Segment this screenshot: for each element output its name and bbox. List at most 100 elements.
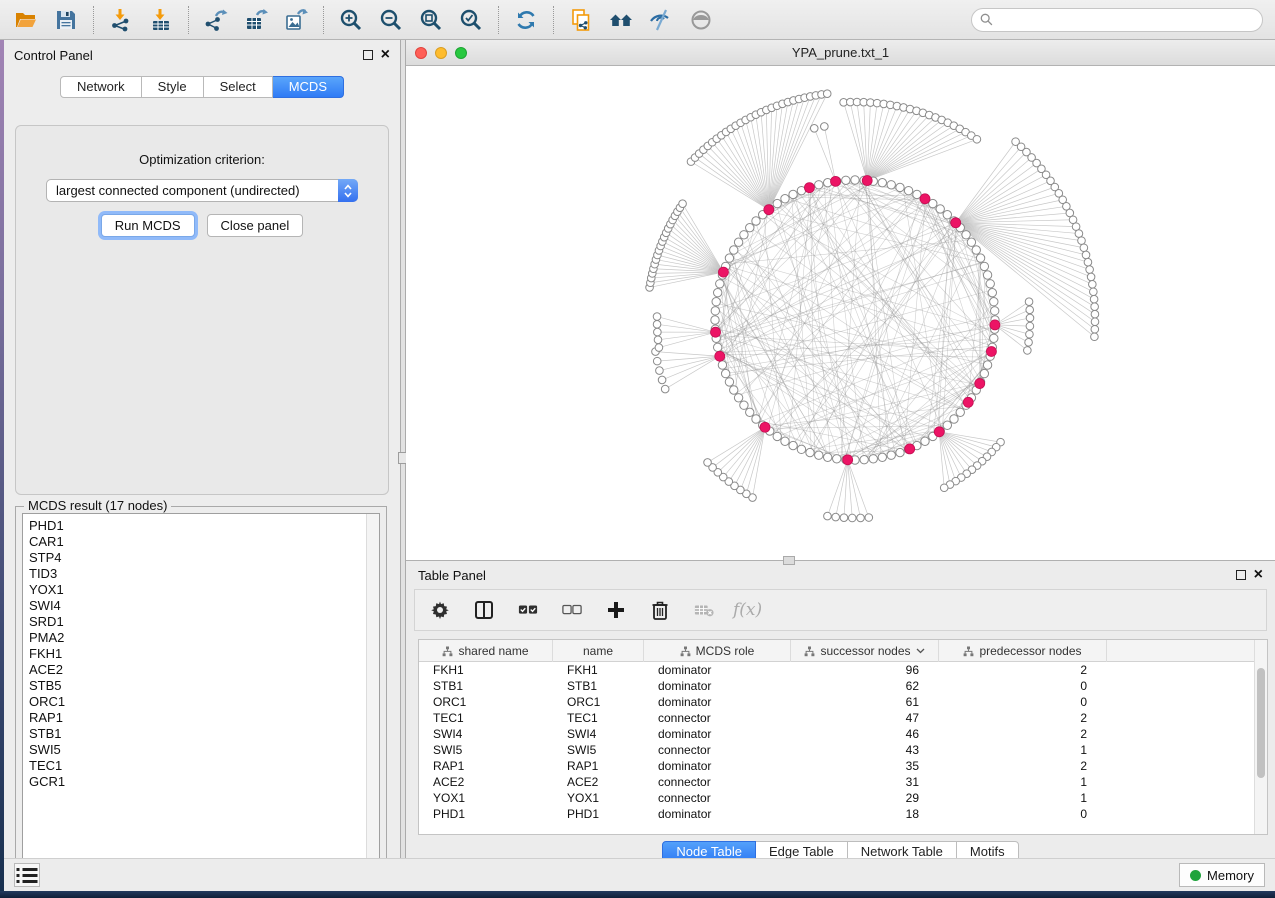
graph-node[interactable] (773, 199, 781, 207)
graph-node[interactable] (972, 246, 980, 254)
search-input[interactable] (999, 13, 1254, 27)
graph-satellite-node[interactable] (658, 376, 666, 384)
graph-satellite-node[interactable] (704, 459, 712, 467)
graph-node[interactable] (711, 316, 719, 324)
mcds-result-list[interactable]: PHD1CAR1STP4TID3YOX1SWI4SRD1PMA2FKH1ACE2… (22, 513, 380, 871)
graph-satellite-node[interactable] (810, 124, 818, 132)
graph-node[interactable] (781, 195, 789, 203)
graph-node[interactable] (806, 448, 814, 456)
hide-selected-button[interactable] (643, 3, 679, 37)
column-header-mcds-role[interactable]: MCDS role (644, 640, 791, 662)
graph-node[interactable] (773, 432, 781, 440)
table-row[interactable]: RAP1RAP1dominator352 (419, 758, 1254, 774)
table-row[interactable]: SWI4SWI4dominator462 (419, 726, 1254, 742)
graph-node[interactable] (950, 415, 958, 423)
graph-satellite-node[interactable] (653, 357, 661, 365)
graph-dominator-node[interactable] (718, 267, 728, 277)
graph-node[interactable] (746, 223, 754, 231)
graph-dominator-node[interactable] (804, 183, 814, 193)
graph-satellite-node[interactable] (973, 135, 981, 143)
graph-node[interactable] (986, 280, 994, 288)
graph-node[interactable] (990, 334, 998, 342)
graph-node[interactable] (962, 231, 970, 239)
graph-dominator-node[interactable] (764, 205, 774, 215)
graph-satellite-node[interactable] (1025, 339, 1033, 347)
graph-node[interactable] (976, 254, 984, 262)
graph-satellite-node[interactable] (848, 514, 856, 522)
function-builder-button[interactable]: f(x) (733, 600, 762, 620)
graph-satellite-node[interactable] (655, 344, 663, 352)
add-column-button[interactable] (601, 595, 631, 625)
zoom-selected-button[interactable] (453, 3, 489, 37)
export-table-button[interactable] (238, 3, 274, 37)
optimization-criterion-dropdown[interactable]: largest connected component (undirected) (46, 179, 358, 202)
table-row[interactable]: ORC1ORC1dominator610 (419, 694, 1254, 710)
table-row[interactable]: STB1STB1dominator620 (419, 678, 1254, 694)
table-row[interactable]: YOX1YOX1connector291 (419, 790, 1254, 806)
graph-node[interactable] (713, 343, 721, 351)
graph-satellite-node[interactable] (1075, 230, 1083, 238)
graph-node[interactable] (980, 369, 988, 377)
graph-satellite-node[interactable] (1026, 330, 1034, 338)
mcds-result-item[interactable]: STB1 (29, 726, 366, 742)
open-session-button[interactable] (8, 3, 44, 37)
graph-satellite-node[interactable] (1090, 288, 1098, 296)
graph-satellite-node[interactable] (1091, 318, 1099, 326)
graph-node[interactable] (921, 437, 929, 445)
network-graph[interactable] (406, 66, 1275, 560)
zoom-fit-button[interactable] (413, 3, 449, 37)
graph-satellite-node[interactable] (857, 514, 865, 522)
graph-node[interactable] (878, 178, 886, 186)
mcds-result-item[interactable]: GCR1 (29, 774, 366, 790)
mcds-result-item[interactable]: CAR1 (29, 534, 366, 550)
graph-dominator-node[interactable] (715, 351, 725, 361)
graph-satellite-node[interactable] (1089, 281, 1097, 289)
import-network-button[interactable] (103, 3, 139, 37)
first-neighbors-button[interactable] (603, 3, 639, 37)
graph-dominator-node[interactable] (843, 455, 853, 465)
graph-satellite-node[interactable] (832, 513, 840, 521)
graph-satellite-node[interactable] (1086, 266, 1094, 274)
graph-satellite-node[interactable] (1026, 314, 1034, 322)
graph-satellite-node[interactable] (821, 123, 829, 131)
graph-satellite-node[interactable] (1025, 298, 1033, 306)
graph-dominator-node[interactable] (760, 422, 770, 432)
network-canvas[interactable] (406, 66, 1275, 560)
graph-node[interactable] (721, 369, 729, 377)
graph-satellite-node[interactable] (1091, 310, 1099, 318)
table-row[interactable]: ACE2ACE2connector311 (419, 774, 1254, 790)
graph-satellite-node[interactable] (1080, 244, 1088, 252)
run-mcds-button[interactable]: Run MCDS (101, 214, 195, 237)
mcds-result-item[interactable]: PMA2 (29, 630, 366, 646)
graph-node[interactable] (815, 451, 823, 459)
export-image-button[interactable] (278, 3, 314, 37)
graph-node[interactable] (713, 288, 721, 296)
graph-node[interactable] (789, 441, 797, 449)
graph-satellite-node[interactable] (1084, 258, 1092, 266)
column-header-successor-nodes[interactable]: successor nodes (791, 640, 939, 662)
table-row[interactable]: FKH1FKH1dominator962 (419, 662, 1254, 678)
tab-select[interactable]: Select (204, 76, 273, 98)
graph-dominator-node[interactable] (862, 176, 872, 186)
graph-node[interactable] (936, 205, 944, 213)
graph-node[interactable] (716, 280, 724, 288)
graph-satellite-node[interactable] (1091, 333, 1099, 341)
column-header-name[interactable]: name (553, 640, 644, 662)
graph-satellite-node[interactable] (654, 336, 662, 344)
graph-node[interactable] (752, 217, 760, 225)
zoom-out-button[interactable] (373, 3, 409, 37)
select-all-rows-button[interactable] (513, 595, 543, 625)
maximize-window-icon[interactable] (455, 47, 467, 59)
graph-satellite-node[interactable] (653, 321, 661, 329)
graph-node[interactable] (815, 181, 823, 189)
mcds-result-item[interactable]: RAP1 (29, 710, 366, 726)
graph-node[interactable] (734, 394, 742, 402)
task-history-button[interactable] (14, 863, 40, 887)
table-scrollbar[interactable] (1254, 640, 1267, 834)
graph-satellite-node[interactable] (840, 514, 848, 522)
graph-node[interactable] (740, 231, 748, 239)
graph-node[interactable] (869, 455, 877, 463)
mcds-result-item[interactable]: ORC1 (29, 694, 366, 710)
import-table-button[interactable] (143, 3, 179, 37)
graph-satellite-node[interactable] (1078, 237, 1086, 245)
